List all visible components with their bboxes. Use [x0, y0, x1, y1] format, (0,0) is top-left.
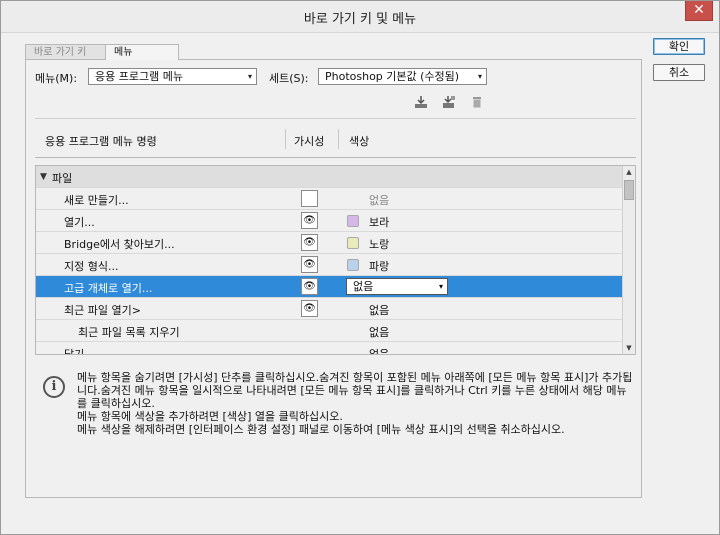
- save-as-new-set-icon[interactable]: [442, 95, 456, 109]
- table-row[interactable]: 열기... 👁 보라: [36, 210, 623, 232]
- tab-shortcut-keys[interactable]: 바로 가기 키: [25, 44, 107, 60]
- eye-icon: 👁: [303, 259, 316, 270]
- set-label: 세트(S):: [269, 72, 309, 85]
- table-header: 응용 프로그램 메뉴 명령 가시성 색상: [35, 118, 636, 158]
- color-value[interactable]: 노랑: [369, 236, 389, 252]
- close-button[interactable]: ✕: [685, 1, 713, 21]
- row-name: 고급 개체로 열기...: [64, 282, 153, 295]
- table-row[interactable]: 닫기 없음: [36, 342, 623, 355]
- color-swatch: [347, 237, 359, 249]
- color-value[interactable]: 없음: [369, 324, 389, 340]
- ok-button[interactable]: 확인: [653, 38, 705, 55]
- color-value[interactable]: 없음: [369, 302, 389, 318]
- set-select[interactable]: Photoshop 기본값 (수정됨) ▾: [318, 68, 487, 85]
- window-title: 바로 가기 키 및 메뉴: [303, 12, 417, 27]
- scroll-down-icon[interactable]: ▼: [623, 342, 635, 354]
- help-text: 메뉴 항목을 숨기려면 [가시성] 단추를 클릭하십시오.숨겨진 항목이 포함된…: [77, 371, 633, 436]
- color-swatch: [347, 259, 359, 271]
- table-row[interactable]: Bridge에서 찾아보기... 👁 노랑: [36, 232, 623, 254]
- expand-triangle-icon[interactable]: ▼: [40, 172, 47, 182]
- visibility-toggle[interactable]: 👁: [301, 278, 318, 295]
- visibility-toggle[interactable]: [301, 190, 318, 207]
- row-name: 최근 파일 목록 지우기: [78, 326, 180, 339]
- tab-menus[interactable]: 메뉴: [105, 44, 179, 60]
- delete-set-icon[interactable]: [470, 95, 484, 109]
- eye-icon: 👁: [303, 237, 316, 248]
- row-name: 새로 만들기...: [64, 194, 129, 207]
- table-row[interactable]: 지정 형식... 👁 파랑: [36, 254, 623, 276]
- menu-for-label: 메뉴(M):: [35, 72, 78, 85]
- color-select[interactable]: 없음 ▾: [346, 278, 448, 295]
- help-line: 메뉴 항목에 색상을 추가하려면 [색상] 열을 클릭하십시오.: [77, 410, 343, 423]
- table-row[interactable]: 새로 만들기... 없음: [36, 188, 623, 210]
- row-name: Bridge에서 찾아보기...: [64, 238, 175, 251]
- visibility-toggle[interactable]: 👁: [301, 234, 318, 251]
- table-row-selected[interactable]: 고급 개체로 열기... 👁 없음 ▾: [36, 276, 623, 298]
- cancel-button[interactable]: 취소: [653, 64, 705, 81]
- color-value[interactable]: 파랑: [369, 258, 389, 274]
- chevron-down-icon: ▾: [438, 282, 443, 291]
- help-line: 메뉴 색상을 해제하려면 [인터페이스 환경 설정] 패널로 이동하여 [메뉴 …: [77, 423, 565, 436]
- vertical-scrollbar[interactable]: ▲ ▼: [622, 166, 635, 354]
- color-swatch: [347, 215, 359, 227]
- row-name: 파일: [52, 172, 73, 185]
- column-header-color: 색상: [349, 135, 370, 148]
- eye-icon: 👁: [303, 303, 316, 314]
- column-header-visibility: 가시성: [294, 135, 325, 148]
- menu-for-select[interactable]: 응용 프로그램 메뉴 ▾: [88, 68, 257, 85]
- visibility-toggle[interactable]: 👁: [301, 256, 318, 273]
- visibility-toggle[interactable]: 👁: [301, 300, 318, 317]
- shortcut-keys-and-menus-dialog: 바로 가기 키 및 메뉴 ✕ 바로 가기 키 메뉴 확인 취소 메뉴(M): 응…: [0, 0, 720, 535]
- menu-commands-table: ▼ 파일 새로 만들기... 없음 열기... 👁 보라 Bridge에서 찾아…: [35, 165, 636, 355]
- row-name: 최근 파일 열기>: [64, 304, 141, 317]
- chevron-down-icon: ▾: [247, 72, 252, 81]
- column-separator: [285, 129, 286, 149]
- row-name: 지정 형식...: [64, 260, 119, 273]
- help-line: 메뉴 항목을 숨기려면 [가시성] 단추를 클릭하십시오.숨겨진 항목이 포함된…: [77, 371, 633, 410]
- scroll-up-icon[interactable]: ▲: [623, 166, 635, 178]
- color-value[interactable]: 없음: [369, 346, 389, 354]
- row-name: 열기...: [64, 216, 95, 229]
- table-row-group-file[interactable]: ▼ 파일: [36, 166, 623, 188]
- color-select-value: 없음: [353, 280, 374, 293]
- visibility-toggle[interactable]: 👁: [301, 212, 318, 229]
- scrollbar-thumb[interactable]: [624, 180, 634, 200]
- table-row[interactable]: 최근 파일 열기> 👁 없음: [36, 298, 623, 320]
- row-name: 닫기: [64, 348, 85, 355]
- eye-icon: 👁: [303, 281, 316, 292]
- color-value[interactable]: 없음: [369, 192, 389, 208]
- eye-icon: 👁: [303, 215, 316, 226]
- menu-for-value: 응용 프로그램 메뉴: [95, 70, 183, 83]
- chevron-down-icon: ▾: [477, 72, 482, 81]
- set-value: Photoshop 기본값 (수정됨): [325, 70, 460, 83]
- table-row[interactable]: 최근 파일 목록 지우기 없음: [36, 320, 623, 342]
- title-bar[interactable]: 바로 가기 키 및 메뉴 ✕: [1, 1, 719, 33]
- column-header-command: 응용 프로그램 메뉴 명령: [45, 135, 157, 148]
- info-icon: i: [43, 376, 65, 398]
- save-set-icon[interactable]: [414, 95, 428, 109]
- column-separator: [338, 129, 339, 149]
- color-value[interactable]: 보라: [369, 214, 389, 230]
